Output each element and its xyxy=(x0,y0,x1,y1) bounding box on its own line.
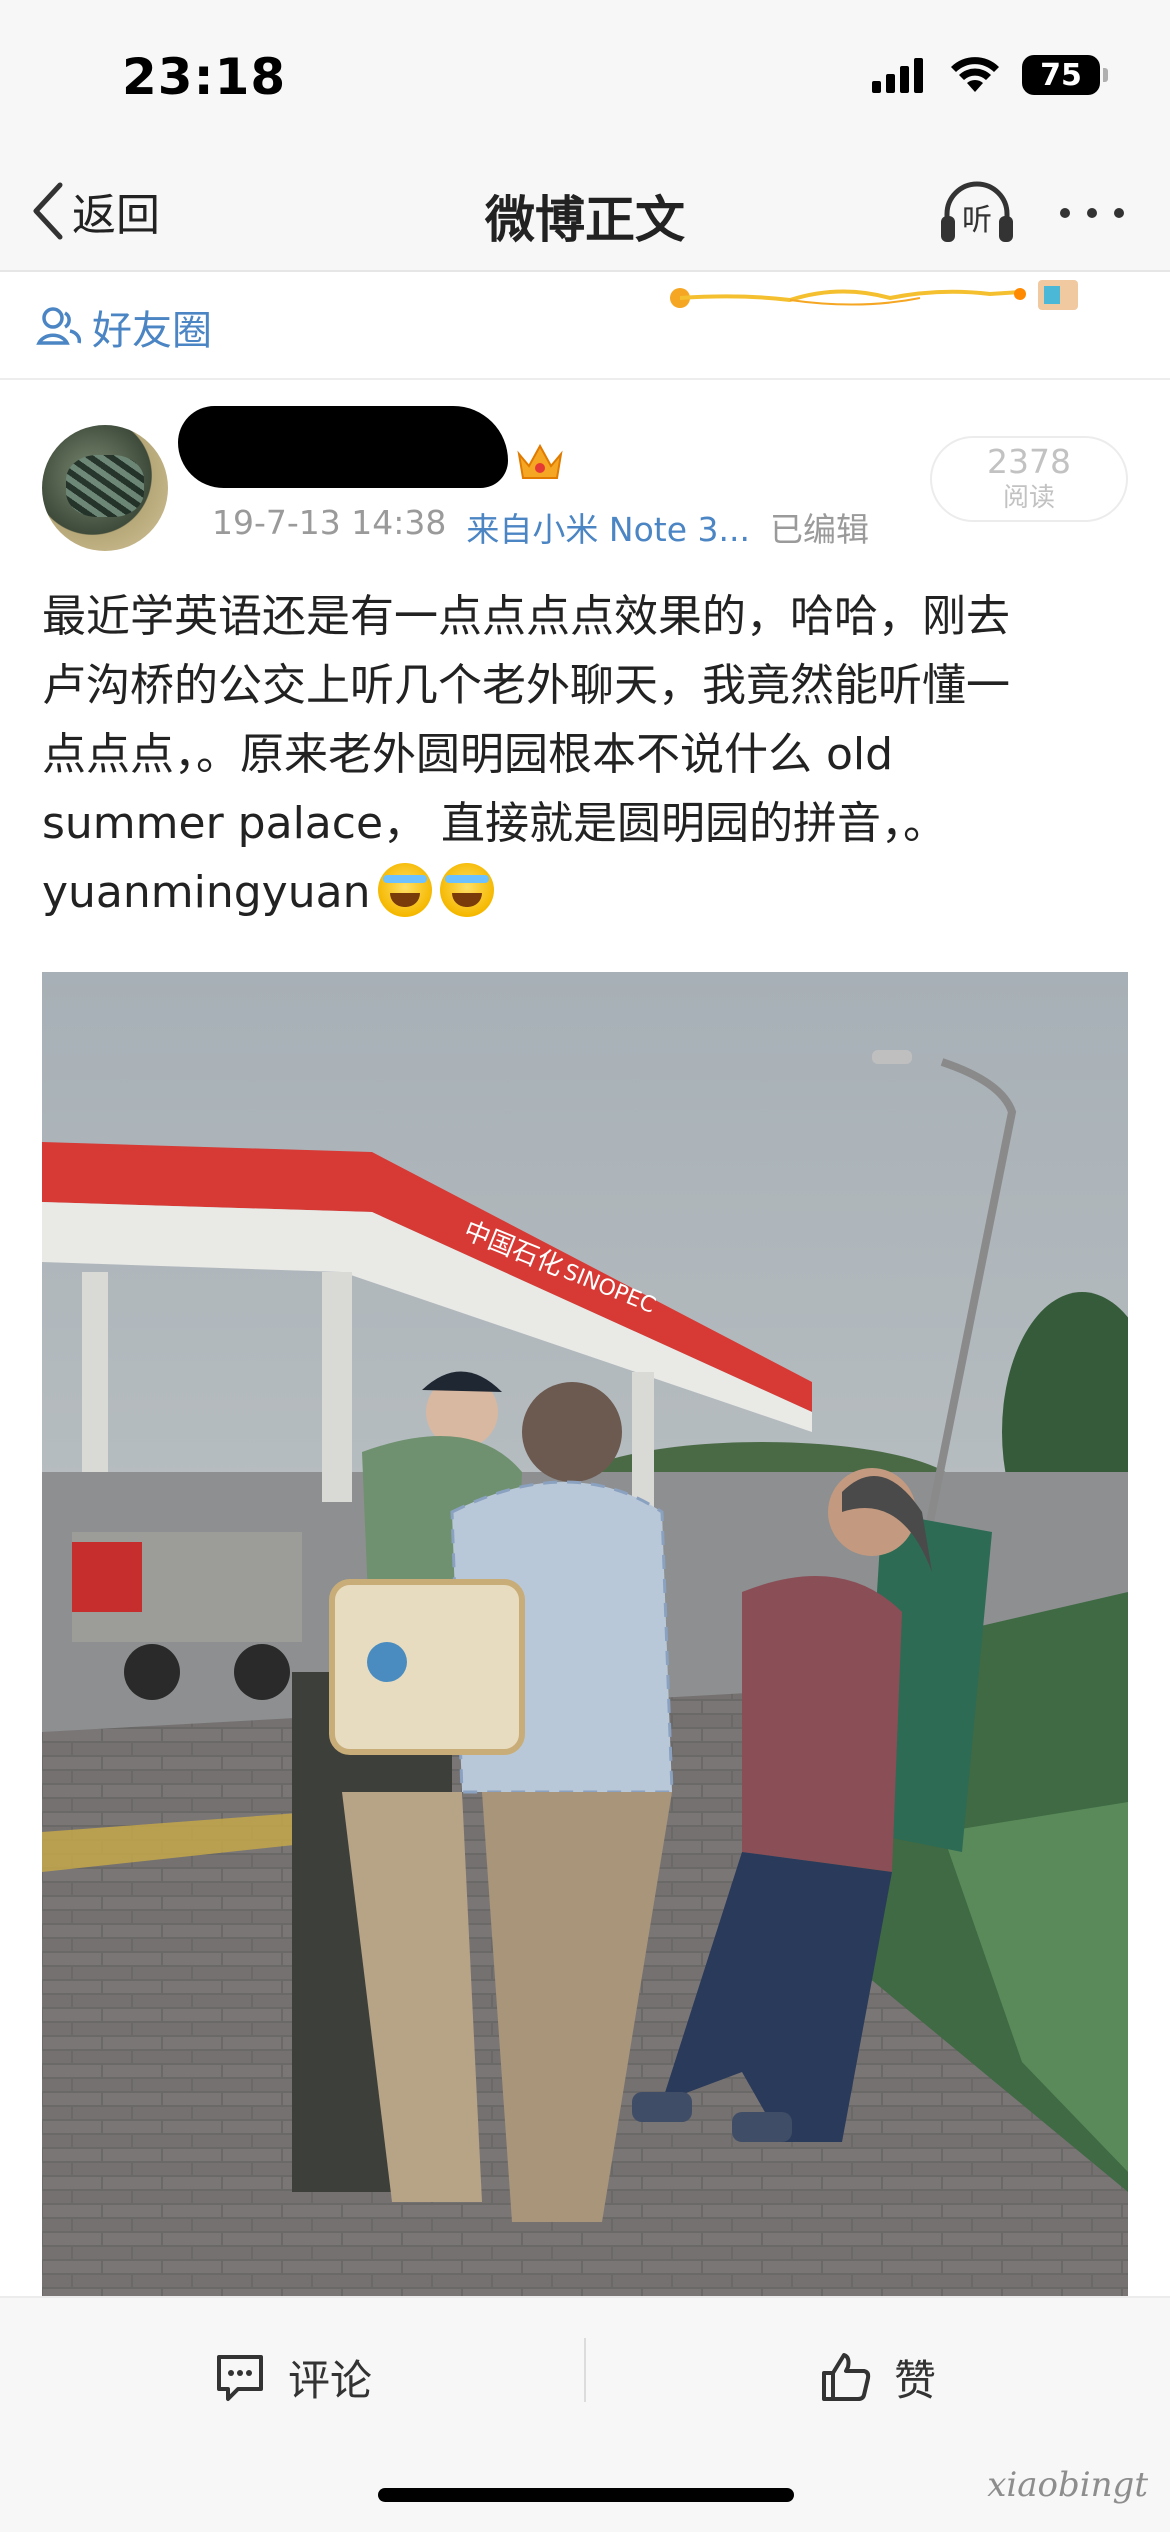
decorative-banner xyxy=(670,280,1078,310)
visibility-row: 好友圈 xyxy=(0,274,1170,380)
home-indicator[interactable] xyxy=(378,2488,794,2502)
post-date: 19-7-13 14:38 xyxy=(212,503,447,542)
post-text: 最近学英语还是有一点点点点效果的，哈哈，刚去 卢沟桥的公交上听几个老外聊天，我竟… xyxy=(42,582,1132,927)
street-scene-image: 中国石化 SINOPEC xyxy=(42,972,1128,2296)
comment-button[interactable]: 评论 xyxy=(214,2342,372,2412)
listen-button[interactable]: 听 xyxy=(938,178,1016,248)
avatar[interactable] xyxy=(42,425,168,551)
friends-circle-icon xyxy=(36,307,82,345)
post-text-line: 最近学英语还是有一点点点点效果的，哈哈，刚去 xyxy=(42,591,1010,642)
post-text-line: yuanmingyuan xyxy=(42,867,371,918)
battery-icon: 75 xyxy=(1022,55,1108,95)
post-meta: 19-7-13 14:38 来自小米 Note 3... 已编辑 xyxy=(212,503,869,551)
post-text-line-last: yuanmingyuan xyxy=(42,858,1132,927)
post-source[interactable]: 来自小米 Note 3... xyxy=(466,503,750,551)
edited-label[interactable]: 已编辑 xyxy=(770,503,869,551)
listen-label: 听 xyxy=(962,203,992,238)
laugh-cry-emoji-icon xyxy=(378,863,433,917)
more-dot-icon xyxy=(1060,208,1070,218)
post-text-line: 点点点，。原来老外圆明园根本不说什么 old xyxy=(42,729,894,780)
more-dot-icon xyxy=(1114,208,1124,218)
status-bar: 23:18 75 xyxy=(0,0,1170,150)
laugh-cry-emoji-icon xyxy=(440,863,495,917)
status-time: 23:18 xyxy=(122,48,287,106)
post-photo[interactable]: 中国石化 SINOPEC xyxy=(42,972,1128,2296)
nav-bar: 返回 微博正文 听 xyxy=(0,150,1170,272)
more-options-button[interactable] xyxy=(1052,178,1132,248)
wifi-icon xyxy=(951,57,999,92)
comment-icon xyxy=(217,2355,263,2401)
username-redacted[interactable] xyxy=(178,406,508,488)
headphones-icon: 听 xyxy=(941,181,1013,242)
friends-circle-tag[interactable]: 好友圈 xyxy=(36,298,212,356)
action-divider xyxy=(584,2338,586,2402)
read-label: 阅读 xyxy=(1002,483,1055,513)
read-count: 2378 xyxy=(987,442,1071,481)
battery-level: 75 xyxy=(1040,57,1082,93)
comment-label: 评论 xyxy=(288,2355,373,2405)
post-text-line: summer palace， 直接就是圆明园的拼音，。 xyxy=(42,798,948,849)
more-dot-icon xyxy=(1087,208,1097,218)
read-count-badge: 2378 阅读 xyxy=(930,436,1128,522)
like-label: 赞 xyxy=(894,2355,937,2405)
status-icons: 75 xyxy=(872,55,1108,95)
friends-circle-label: 好友圈 xyxy=(92,308,212,354)
vip-crown-icon xyxy=(517,443,563,479)
post-text-line: 卢沟桥的公交上听几个老外聊天，我竟然能听懂一 xyxy=(42,660,1010,711)
watermark: xiaobingt xyxy=(987,2465,1148,2505)
like-button[interactable]: 赞 xyxy=(820,2342,936,2412)
signal-icon xyxy=(872,58,923,93)
thumbs-up-icon xyxy=(822,2353,871,2401)
